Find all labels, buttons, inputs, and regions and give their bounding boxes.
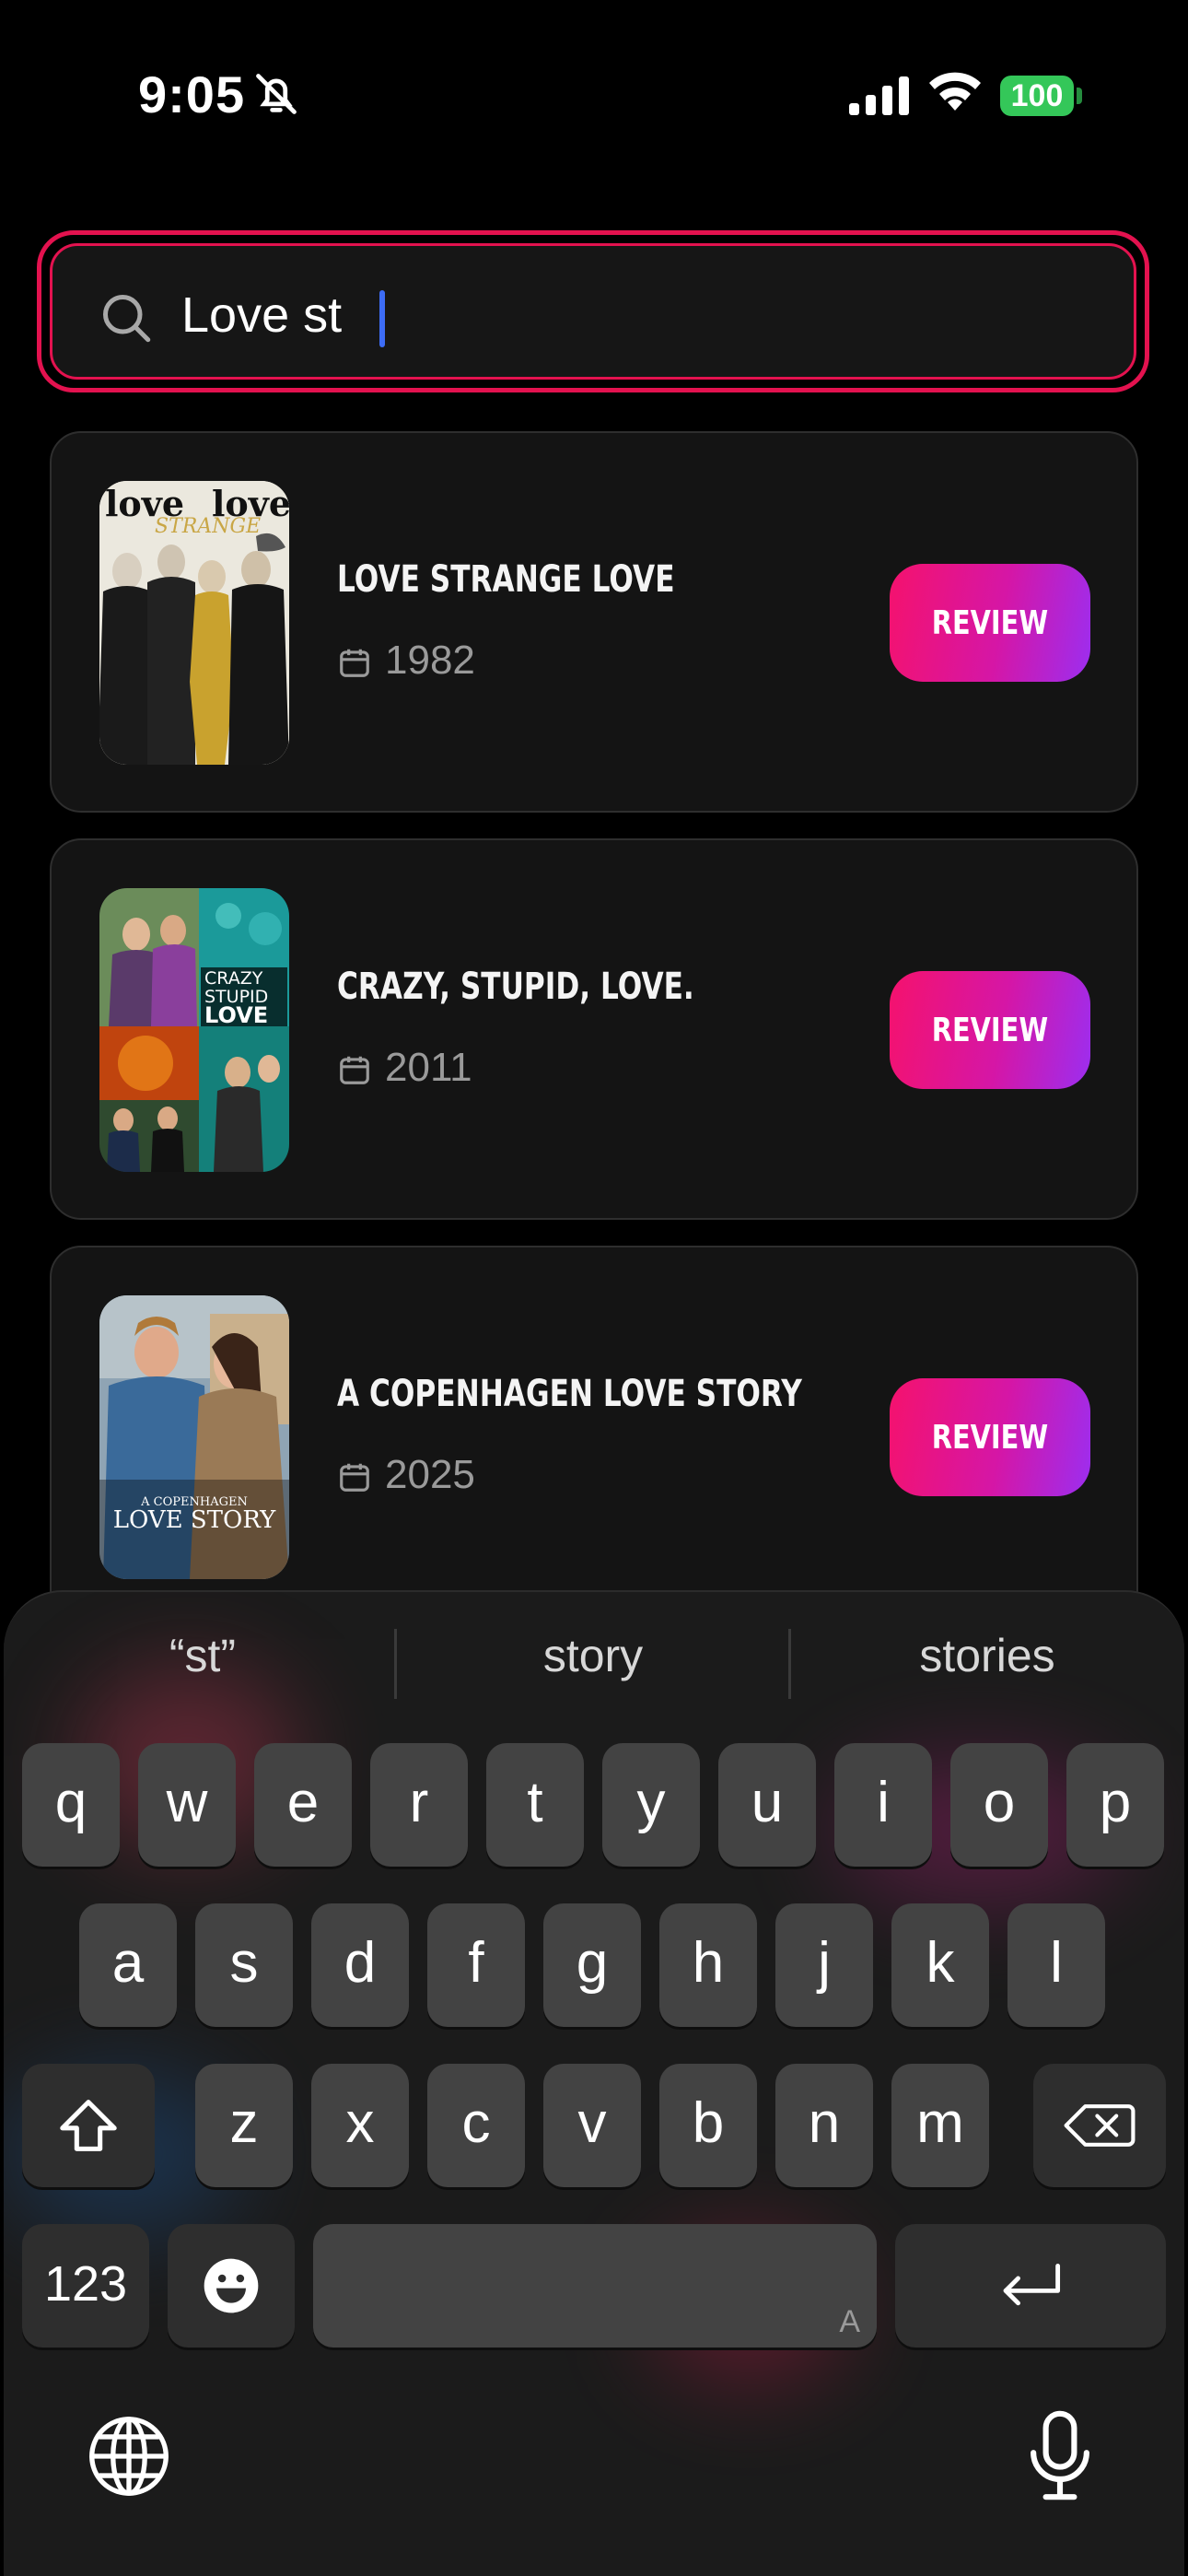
movie-title: CRAZY, STUPID, LOVE. — [337, 966, 694, 1008]
suggestion-item[interactable]: “st” — [9, 1629, 396, 1682]
key-r[interactable]: r — [370, 1743, 468, 1867]
poster-crazy-stupid-love: CRAZY STUPID LOVE — [99, 888, 289, 1172]
movie-year: 1982 — [385, 638, 475, 683]
return-key[interactable] — [895, 2224, 1166, 2348]
globe-icon[interactable] — [87, 2414, 171, 2499]
emoji-icon — [204, 2258, 259, 2313]
movie-card[interactable]: love love STRANGE LOVE STRANGE LOVE 1982… — [50, 431, 1138, 813]
poster-line-2: LOVE STORY — [113, 1506, 276, 1534]
cellular-signal-icon — [849, 76, 909, 115]
key-b[interactable]: b — [659, 2064, 757, 2187]
search-icon — [103, 295, 151, 343]
calendar-icon — [340, 649, 369, 677]
key-x[interactable]: x — [311, 2064, 409, 2187]
review-button[interactable]: REVIEW — [890, 971, 1090, 1089]
key-u[interactable]: u — [718, 1743, 816, 1867]
delete-key[interactable] — [1033, 2064, 1166, 2187]
suggestion-divider — [394, 1629, 397, 1699]
key-a[interactable]: a — [79, 1903, 177, 2027]
delete-icon — [1064, 2104, 1136, 2147]
search-field[interactable] — [50, 243, 1136, 380]
key-t[interactable]: t — [486, 1743, 584, 1867]
bell-slash-icon — [256, 74, 297, 114]
movie-title: A COPENHAGEN LOVE STORY — [337, 1373, 802, 1415]
review-button-label: REVIEW — [931, 1418, 1049, 1457]
search-input[interactable] — [181, 274, 1010, 357]
calendar-icon — [340, 1463, 369, 1492]
emoji-key[interactable] — [168, 2224, 295, 2348]
suggestion-divider — [788, 1629, 791, 1699]
key-n[interactable]: n — [775, 2064, 873, 2187]
battery-cap — [1077, 88, 1082, 104]
status-time: 9:05 — [138, 65, 246, 123]
calendar-icon — [340, 1056, 369, 1084]
key-k[interactable]: k — [891, 1903, 989, 2027]
status-bar: 9:05 100 — [0, 0, 1188, 193]
microphone-icon[interactable] — [1028, 2410, 1092, 2502]
search-box[interactable] — [37, 230, 1149, 392]
poster-subtitle: STRANGE — [155, 515, 261, 538]
key-z[interactable]: z — [195, 2064, 293, 2187]
key-l[interactable]: l — [1007, 1903, 1105, 2027]
review-button[interactable]: REVIEW — [890, 564, 1090, 682]
poster-line-3: LOVE — [204, 1002, 268, 1028]
movie-year: 2011 — [385, 1045, 472, 1090]
review-button[interactable]: REVIEW — [890, 1378, 1090, 1496]
key-w[interactable]: w — [138, 1743, 236, 1867]
key-q[interactable]: q — [22, 1743, 120, 1867]
key-i[interactable]: i — [834, 1743, 932, 1867]
space-key[interactable]: A — [313, 2224, 877, 2348]
keyboard: “st” story stories q w e r t y u i o p a… — [4, 1590, 1184, 2576]
key-h[interactable]: h — [659, 1903, 757, 2027]
battery-indicator: 100 — [1000, 76, 1074, 116]
poster-a-copenhagen-love-story: A COPENHAGEN LOVE STORY — [99, 1295, 289, 1579]
poster-love-strange-love: love love STRANGE — [99, 481, 289, 765]
suggestion-bar: “st” story stories — [4, 1592, 1184, 1739]
suggestion-item[interactable]: story — [400, 1629, 786, 1682]
key-m[interactable]: m — [891, 2064, 989, 2187]
movie-card[interactable]: CRAZY STUPID LOVE CRAZY, STUPID, LOVE. 2… — [50, 838, 1138, 1220]
space-hint: A — [839, 2304, 860, 2339]
movie-card[interactable]: A COPENHAGEN LOVE STORY A COPENHAGEN LOV… — [50, 1246, 1138, 1627]
key-o[interactable]: o — [950, 1743, 1048, 1867]
key-j[interactable]: j — [775, 1903, 873, 2027]
key-f[interactable]: f — [427, 1903, 525, 2027]
key-s[interactable]: s — [195, 1903, 293, 2027]
key-d[interactable]: d — [311, 1903, 409, 2027]
shift-icon — [60, 2100, 117, 2151]
numbers-key[interactable]: 123 — [22, 2224, 149, 2348]
movie-year: 2025 — [385, 1452, 475, 1497]
review-button-label: REVIEW — [931, 1011, 1049, 1049]
key-y[interactable]: y — [602, 1743, 700, 1867]
key-e[interactable]: e — [254, 1743, 352, 1867]
suggestion-item[interactable]: stories — [794, 1629, 1181, 1682]
shift-key[interactable] — [22, 2064, 155, 2187]
text-caret — [379, 290, 385, 347]
return-icon — [1003, 2264, 1061, 2306]
key-p[interactable]: p — [1066, 1743, 1164, 1867]
poster-line-1: CRAZY — [204, 968, 263, 989]
key-v[interactable]: v — [543, 2064, 641, 2187]
wifi-icon — [929, 72, 981, 111]
key-g[interactable]: g — [543, 1903, 641, 2027]
movie-title: LOVE STRANGE LOVE — [337, 558, 675, 601]
key-c[interactable]: c — [427, 2064, 525, 2187]
review-button-label: REVIEW — [931, 603, 1049, 642]
